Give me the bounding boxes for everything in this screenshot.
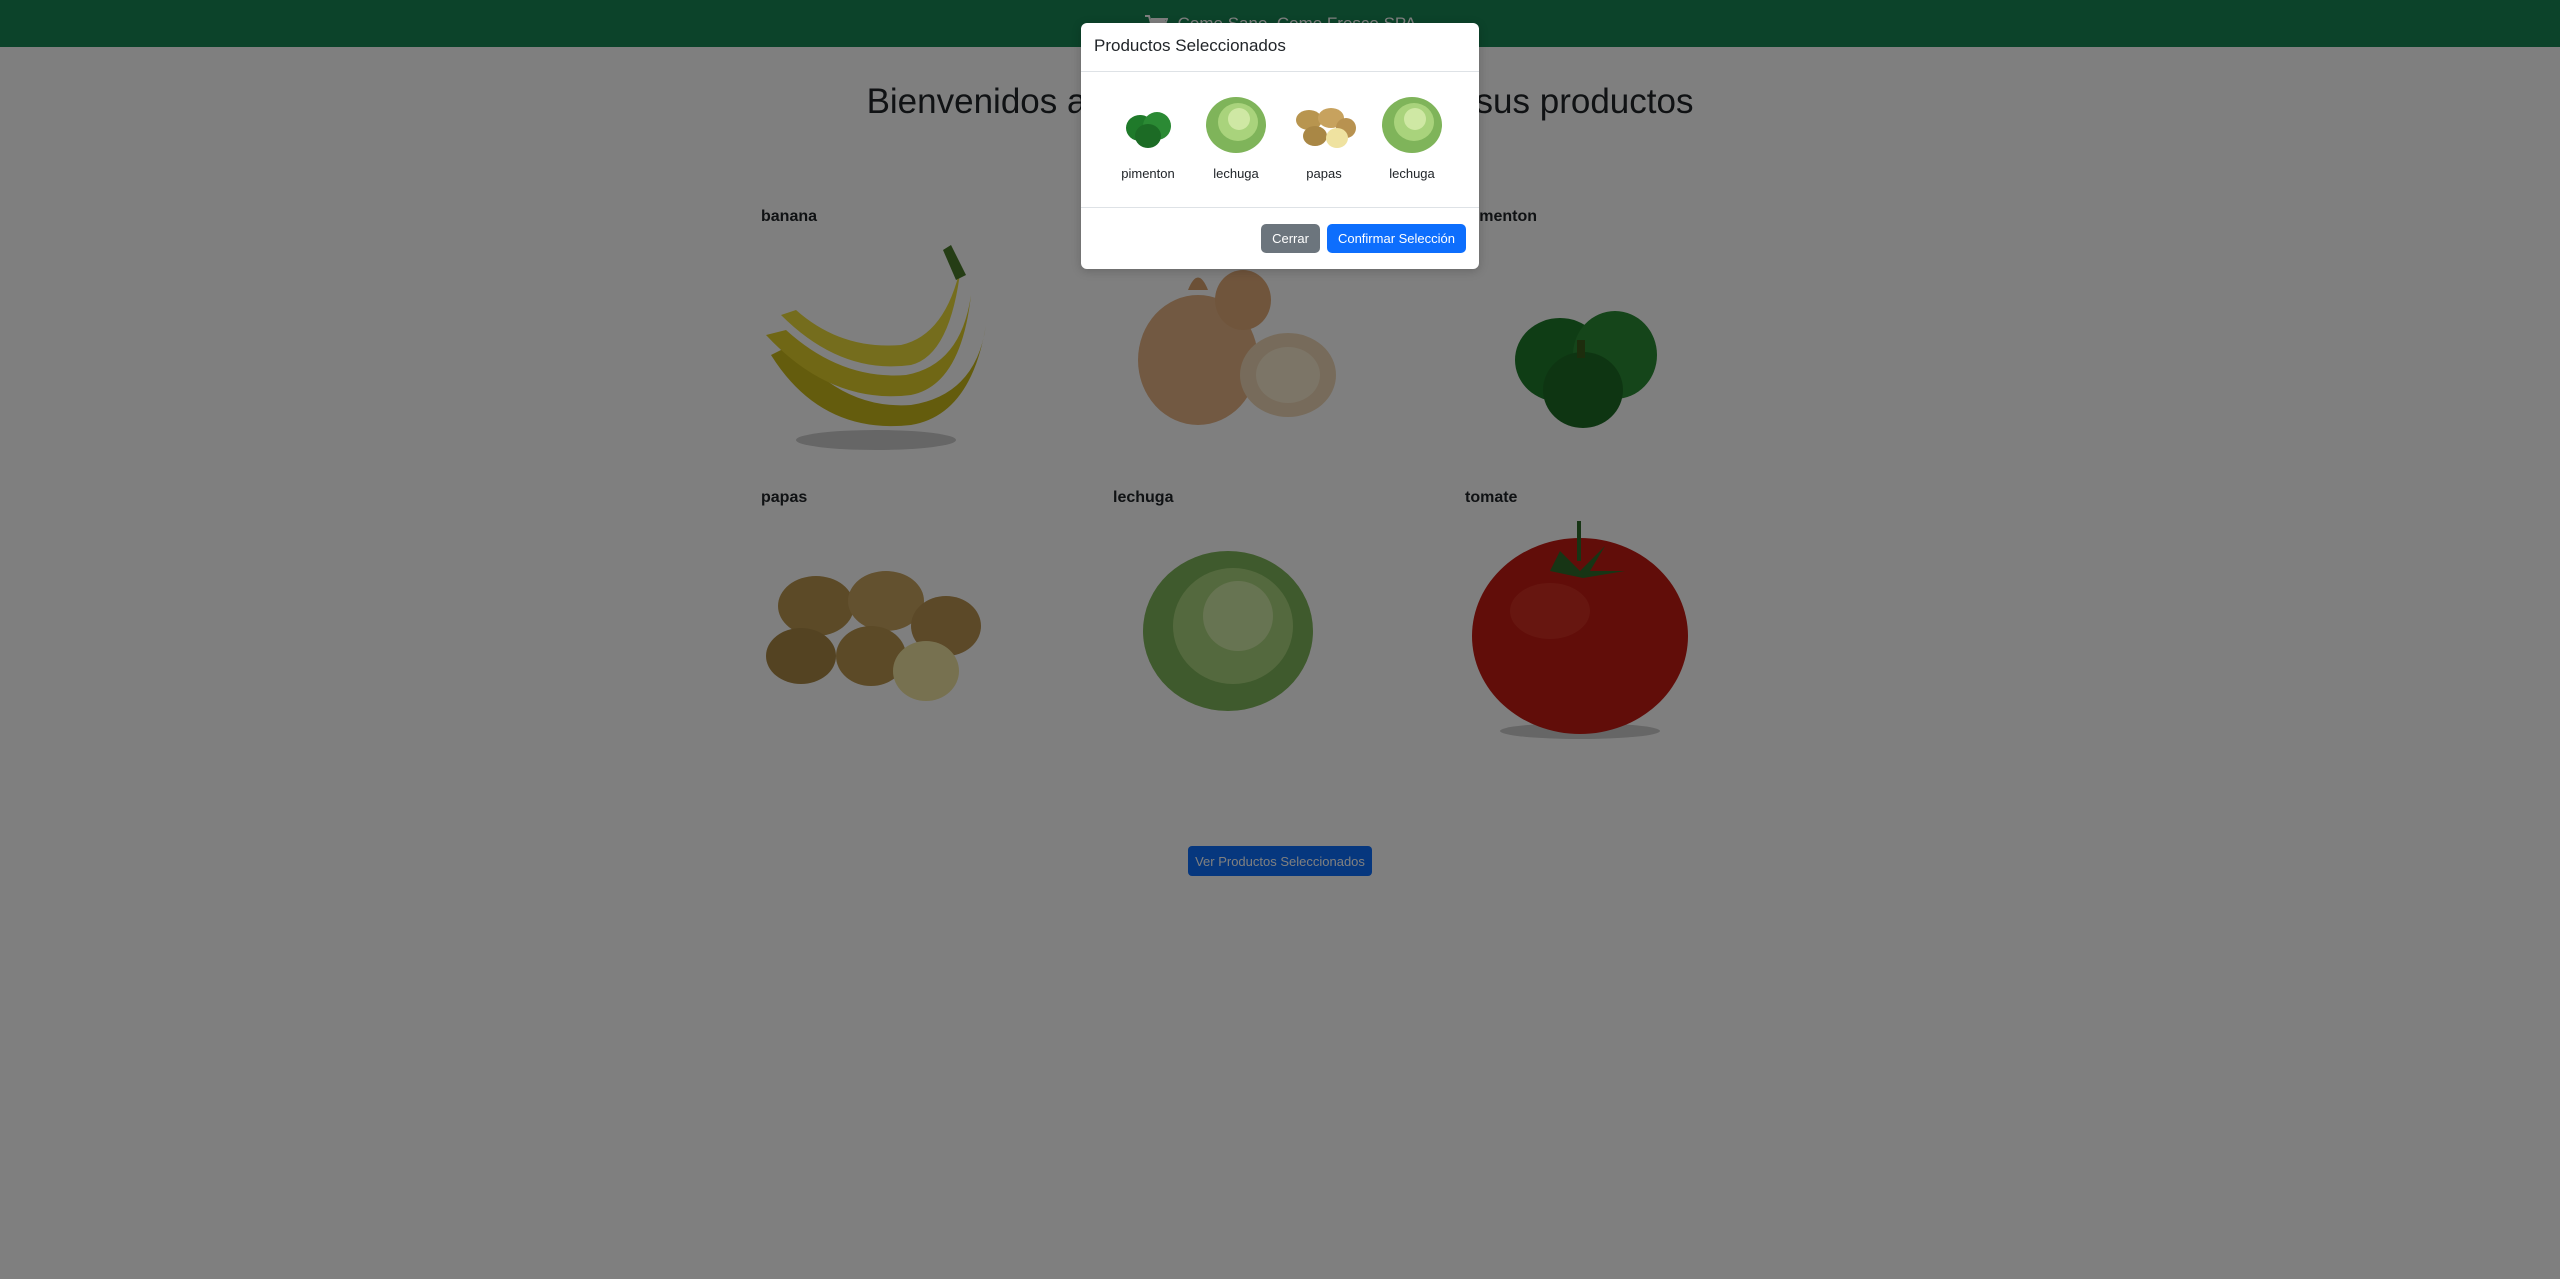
modal-body: pimenton lechuga papas lechuga <box>1081 72 1479 208</box>
selected-products-modal: Productos Seleccionados pimenton lechuga <box>1081 23 1479 269</box>
potato-thumbnail <box>1296 108 1356 148</box>
selected-item-name: lechuga <box>1213 166 1259 181</box>
selected-item: papas <box>1290 92 1358 207</box>
selected-item-name: lechuga <box>1389 166 1435 181</box>
selected-item: lechuga <box>1378 92 1446 207</box>
confirm-selection-button[interactable]: Confirmar Selección <box>1326 223 1466 253</box>
lettuce-thumbnail <box>1206 97 1266 153</box>
selected-item: lechuga <box>1202 92 1270 207</box>
selected-item-name: papas <box>1306 166 1342 181</box>
modal-header: Productos Seleccionados <box>1081 23 1479 72</box>
close-button[interactable]: Cerrar <box>1261 223 1320 253</box>
selected-item: pimenton <box>1114 92 1182 207</box>
modal-footer: Cerrar Confirmar Selección <box>1081 208 1479 268</box>
pepper-thumbnail <box>1126 112 1171 148</box>
lettuce-thumbnail <box>1382 97 1442 153</box>
selected-item-name: pimenton <box>1121 166 1175 181</box>
modal-title: Productos Seleccionados <box>1094 36 1286 55</box>
